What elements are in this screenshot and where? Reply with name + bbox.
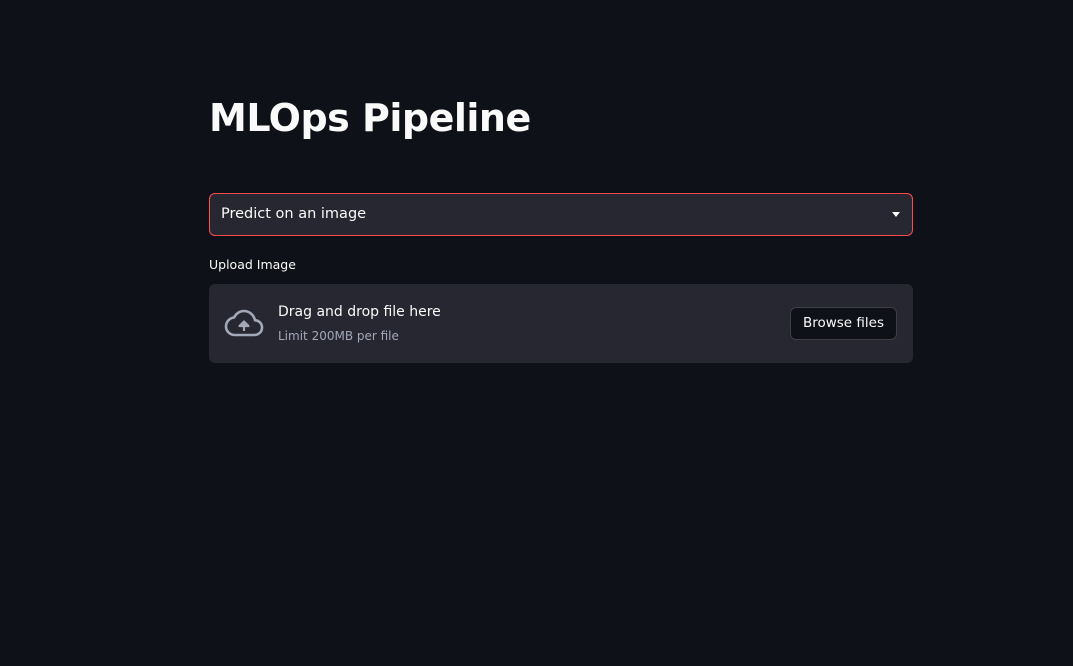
dropzone-text: Drag and drop file here Limit 200MB per …: [278, 302, 441, 344]
chevron-down-icon: [892, 212, 900, 217]
mode-select[interactable]: Predict on an image: [209, 193, 913, 236]
cloud-upload-icon: [224, 309, 264, 337]
app-root: MLOps Pipeline Predict on an image Uploa…: [0, 0, 1073, 666]
file-dropzone[interactable]: Drag and drop file here Limit 200MB per …: [209, 284, 913, 363]
mode-select-value: Predict on an image: [221, 206, 367, 222]
file-size-limit: Limit 200MB per file: [278, 329, 399, 343]
browse-files-button[interactable]: Browse files: [789, 307, 897, 340]
drop-instruction: Drag and drop file here: [278, 304, 441, 320]
upload-label: Upload Image: [209, 257, 296, 272]
page-title: MLOps Pipeline: [209, 96, 531, 140]
